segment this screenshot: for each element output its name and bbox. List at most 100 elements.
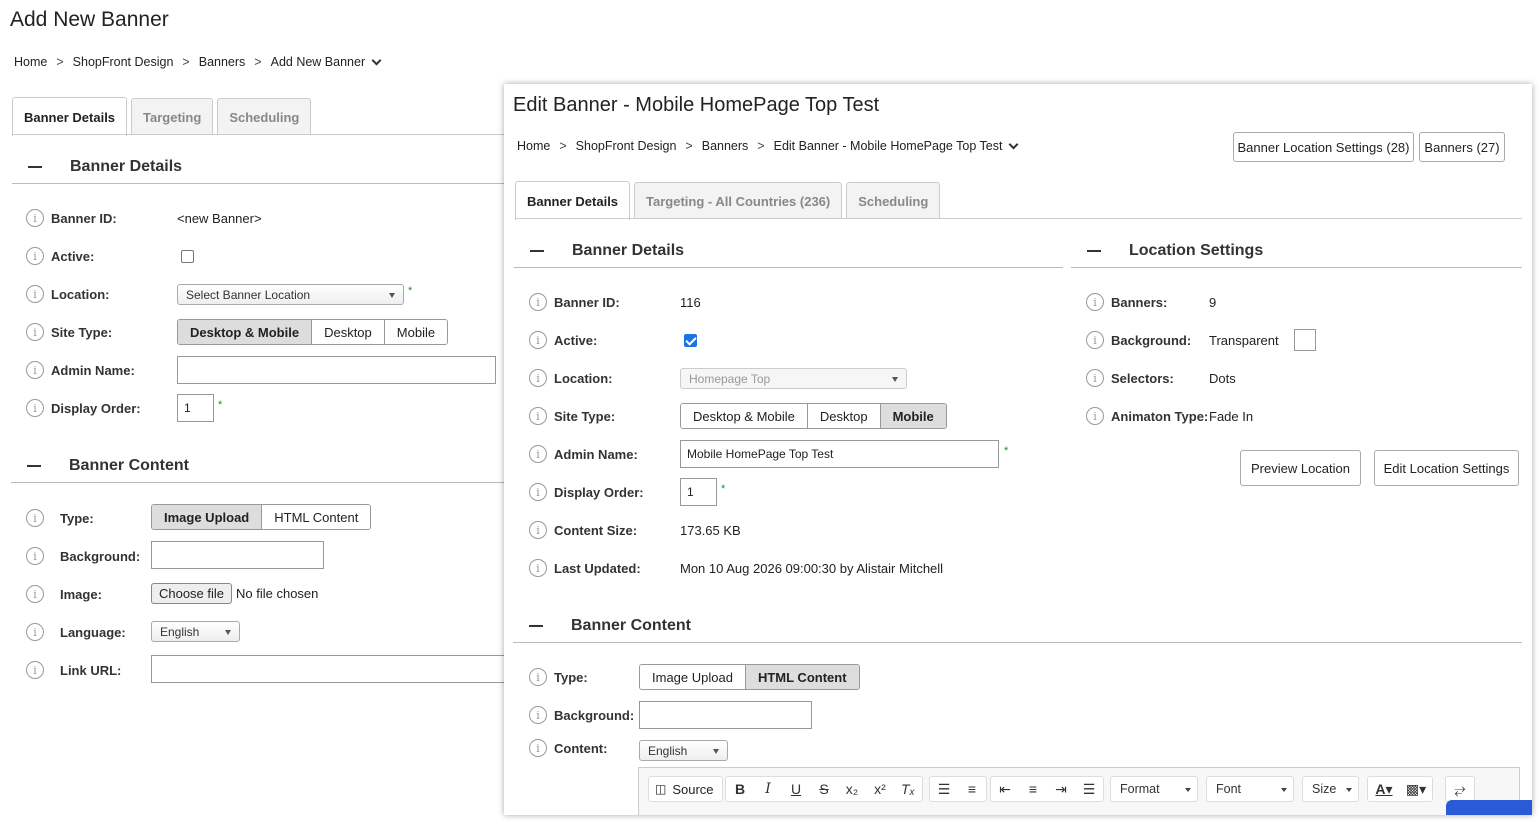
admin-name-input[interactable]: Mobile HomePage Top Test: [680, 440, 999, 468]
admin-name-input[interactable]: [177, 356, 496, 384]
location-select[interactable]: Select Banner Location: [177, 284, 404, 305]
info-icon[interactable]: i: [1086, 369, 1104, 387]
tab-scheduling[interactable]: Scheduling: [846, 182, 941, 219]
tab-targeting[interactable]: Targeting: [131, 98, 214, 135]
info-icon[interactable]: i: [529, 331, 547, 349]
background-color-icon[interactable]: ▩▾: [1400, 777, 1432, 801]
type-image-upload[interactable]: Image Upload: [640, 665, 746, 689]
align-justify-icon[interactable]: ☰: [1075, 777, 1103, 801]
breadcrumb-shopfront[interactable]: ShopFront Design: [73, 55, 174, 69]
info-icon[interactable]: i: [529, 521, 547, 539]
italic-icon[interactable]: I: [754, 777, 782, 801]
site-type-desktop-mobile[interactable]: Desktop & Mobile: [681, 404, 808, 428]
choose-file-button[interactable]: Choose file: [151, 583, 232, 604]
numbered-list-icon[interactable]: ☰: [930, 777, 958, 801]
info-icon[interactable]: i: [529, 293, 547, 311]
collapse-icon[interactable]: [27, 465, 41, 467]
size-dropdown[interactable]: Size: [1302, 776, 1359, 802]
info-icon[interactable]: i: [26, 509, 44, 527]
superscript-icon[interactable]: x²: [866, 777, 894, 801]
info-icon[interactable]: i: [26, 399, 44, 417]
background-color-swatch[interactable]: [1294, 329, 1316, 351]
info-icon[interactable]: i: [26, 547, 44, 565]
info-icon[interactable]: i: [1086, 407, 1104, 425]
active-checkbox[interactable]: [181, 250, 194, 263]
info-icon[interactable]: i: [26, 247, 44, 265]
font-dropdown[interactable]: Font: [1206, 776, 1294, 802]
remove-format-icon[interactable]: Tₓ: [894, 777, 922, 801]
align-left-icon[interactable]: ⇤: [991, 777, 1019, 801]
align-right-icon[interactable]: ⇥: [1047, 777, 1075, 801]
banner-location-settings-button[interactable]: Banner Location Settings (28): [1233, 132, 1414, 162]
strikethrough-icon[interactable]: S: [810, 777, 838, 801]
info-icon[interactable]: i: [529, 407, 547, 425]
language-select[interactable]: English: [151, 621, 240, 642]
info-icon[interactable]: i: [1086, 293, 1104, 311]
bold-icon[interactable]: B: [726, 777, 754, 801]
breadcrumb-banners[interactable]: Banners: [702, 139, 749, 153]
banner-id-value: <new Banner>: [177, 211, 262, 226]
info-icon[interactable]: i: [529, 369, 547, 387]
breadcrumb-home[interactable]: Home: [14, 55, 47, 69]
info-icon[interactable]: i: [529, 483, 547, 501]
site-type-desktop-mobile[interactable]: Desktop & Mobile: [178, 320, 313, 344]
source-button[interactable]: ◫ Source: [648, 776, 723, 802]
dropdown-arrow-icon: [1346, 788, 1352, 792]
location-select[interactable]: Homepage Top: [680, 368, 907, 389]
info-icon[interactable]: i: [26, 361, 44, 379]
page-title: Add New Banner: [10, 8, 169, 31]
info-icon[interactable]: i: [26, 623, 44, 641]
background-input[interactable]: [151, 541, 324, 569]
chevron-down-icon[interactable]: [371, 55, 382, 65]
maximize-icon[interactable]: ⥂: [1446, 777, 1474, 801]
info-icon[interactable]: i: [26, 209, 44, 227]
info-icon[interactable]: i: [26, 285, 44, 303]
align-center-icon[interactable]: ≡: [1019, 777, 1047, 801]
content-language-select[interactable]: English: [639, 740, 728, 761]
background-input[interactable]: [639, 701, 812, 729]
text-color-icon[interactable]: A▾: [1368, 777, 1400, 801]
edit-location-settings-button[interactable]: Edit Location Settings: [1374, 450, 1519, 486]
info-icon[interactable]: i: [26, 323, 44, 341]
format-dropdown[interactable]: Format: [1110, 776, 1198, 802]
site-type-mobile[interactable]: Mobile: [384, 320, 448, 344]
type-image-upload[interactable]: Image Upload: [152, 505, 263, 529]
site-type-desktop[interactable]: Desktop: [312, 320, 385, 344]
type-html-content[interactable]: HTML Content: [262, 505, 371, 529]
collapse-icon[interactable]: [530, 250, 544, 252]
tab-scheduling[interactable]: Scheduling: [217, 98, 312, 135]
chevron-down-icon[interactable]: [1009, 139, 1019, 149]
breadcrumb-home[interactable]: Home: [517, 139, 550, 153]
info-icon[interactable]: i: [26, 661, 44, 679]
site-type-desktop[interactable]: Desktop: [807, 404, 881, 428]
feedback-button[interactable]: [1446, 800, 1532, 815]
breadcrumb-banners[interactable]: Banners: [199, 55, 246, 69]
collapse-icon[interactable]: [529, 625, 543, 627]
info-icon[interactable]: i: [1086, 331, 1104, 349]
collapse-icon[interactable]: [28, 166, 42, 168]
active-checkbox[interactable]: [684, 334, 697, 347]
tab-banner-details[interactable]: Banner Details: [515, 181, 631, 220]
bulleted-list-icon[interactable]: ≡: [958, 777, 986, 801]
link-url-input[interactable]: [151, 655, 511, 683]
subscript-icon[interactable]: x₂: [838, 777, 866, 801]
underline-icon[interactable]: U: [782, 777, 810, 801]
display-order-input[interactable]: 1: [680, 478, 717, 506]
divider: [513, 642, 1522, 643]
site-type-mobile[interactable]: Mobile: [880, 404, 946, 428]
info-icon[interactable]: i: [26, 585, 44, 603]
preview-location-button[interactable]: Preview Location: [1240, 450, 1361, 486]
info-icon[interactable]: i: [529, 739, 547, 757]
type-html-content[interactable]: HTML Content: [745, 665, 859, 689]
divider: [1071, 267, 1522, 268]
info-icon[interactable]: i: [529, 668, 547, 686]
tab-targeting[interactable]: Targeting - All Countries (236): [634, 182, 843, 219]
breadcrumb-shopfront[interactable]: ShopFront Design: [576, 139, 677, 153]
info-icon[interactable]: i: [529, 706, 547, 724]
collapse-icon[interactable]: [1087, 250, 1101, 252]
display-order-input[interactable]: 1: [177, 394, 214, 422]
banners-button[interactable]: Banners (27): [1419, 132, 1505, 162]
info-icon[interactable]: i: [529, 559, 547, 577]
tab-banner-details[interactable]: Banner Details: [12, 97, 128, 136]
info-icon[interactable]: i: [529, 445, 547, 463]
